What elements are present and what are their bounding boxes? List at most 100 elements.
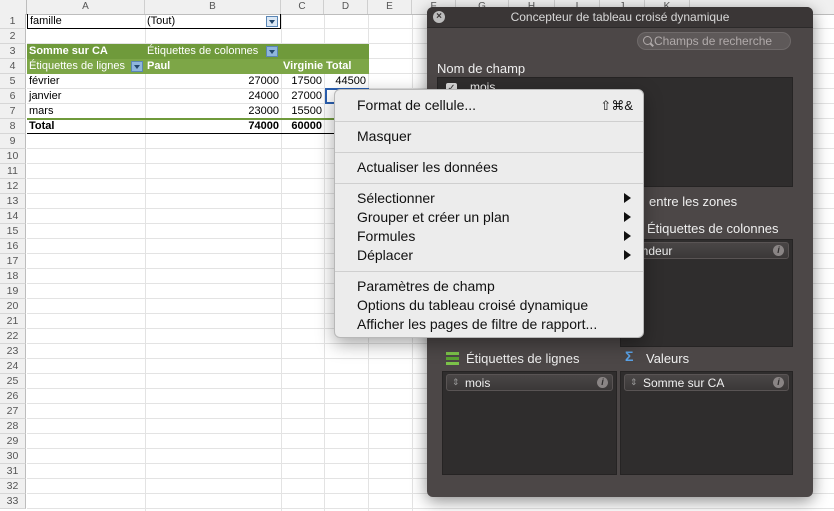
drag-hint-label: entre les zones — [649, 194, 738, 209]
columns-zone[interactable]: vendeur i — [620, 239, 793, 347]
pivot-value-cell[interactable]: 27000 — [281, 89, 324, 104]
values-zone[interactable]: ⇕ Somme sur CA i — [620, 371, 793, 475]
row-header[interactable]: 16 — [0, 239, 26, 254]
rows-zone-icon — [446, 352, 459, 365]
search-placeholder: Champs de recherche — [654, 34, 773, 48]
row-header[interactable]: 33 — [0, 494, 26, 509]
pivot-row-label[interactable]: février — [27, 74, 145, 89]
column-labels-dropdown-icon[interactable] — [266, 46, 278, 57]
menu-item-label: Actualiser les données — [357, 159, 498, 175]
pivot-row-labels-header[interactable]: Étiquettes de lignes — [27, 59, 145, 74]
menu-item-group-outline[interactable]: Grouper et créer un plan — [357, 208, 633, 227]
rows-chip-mois[interactable]: ⇕ mois i — [446, 374, 613, 391]
gridline — [27, 508, 834, 509]
menu-item-select[interactable]: Sélectionner — [357, 189, 633, 208]
rows-zone[interactable]: ⇕ mois i — [442, 371, 617, 475]
chip-label: Somme sur CA — [643, 376, 725, 390]
menu-item-label: Déplacer — [357, 247, 414, 263]
row-header[interactable]: 6 — [0, 89, 26, 104]
row-header[interactable]: 12 — [0, 179, 26, 194]
row-header[interactable]: 9 — [0, 134, 26, 149]
row-header[interactable]: 25 — [0, 374, 26, 389]
filter-dropdown-icon[interactable] — [266, 16, 278, 27]
menu-item-refresh[interactable]: Actualiser les données — [357, 158, 633, 177]
row-header[interactable]: 30 — [0, 449, 26, 464]
row-header[interactable]: 2 — [0, 29, 26, 44]
info-icon[interactable]: i — [773, 245, 784, 256]
rows-zone-label: Étiquettes de lignes — [466, 351, 580, 366]
filter-value[interactable]: (Tout) — [145, 14, 281, 29]
column-header-e[interactable]: E — [368, 0, 412, 14]
grip-icon[interactable]: ⇕ — [630, 378, 638, 387]
filter-label[interactable]: famille — [27, 14, 145, 29]
row-header[interactable]: 21 — [0, 314, 26, 329]
field-name-label: Nom de champ — [437, 61, 526, 76]
pivot-column-labels-header[interactable]: Étiquettes de colonnes — [145, 44, 369, 59]
row-header[interactable]: 22 — [0, 329, 26, 344]
pivot-value-cell[interactable]: 17500 — [281, 74, 324, 89]
row-header[interactable]: 15 — [0, 224, 26, 239]
select-all-corner[interactable] — [0, 0, 27, 14]
row-header[interactable]: 4 — [0, 59, 26, 74]
menu-separator — [335, 271, 643, 272]
row-header[interactable]: 27 — [0, 404, 26, 419]
pivot-total-value[interactable]: 74000 — [145, 119, 281, 134]
row-header[interactable]: 20 — [0, 299, 26, 314]
row-header[interactable]: 17 — [0, 254, 26, 269]
row-header[interactable]: 5 — [0, 74, 26, 89]
menu-item-label: Grouper et créer un plan — [357, 209, 510, 225]
row-header[interactable]: 14 — [0, 209, 26, 224]
row-labels-dropdown-icon[interactable] — [131, 61, 143, 72]
row-header[interactable]: 10 — [0, 149, 26, 164]
pivot-value-header[interactable]: Somme sur CA — [27, 44, 145, 59]
info-icon[interactable]: i — [773, 377, 784, 388]
info-icon[interactable]: i — [597, 377, 608, 388]
column-header-a[interactable]: A — [27, 0, 145, 14]
values-zone-label: Valeurs — [646, 351, 690, 366]
columns-chip-vendeur[interactable]: vendeur i — [624, 242, 789, 259]
row-header[interactable]: 24 — [0, 359, 26, 374]
panel-titlebar[interactable]: × Concepteur de tableau croisé dynamique — [427, 7, 813, 28]
row-header[interactable]: 31 — [0, 464, 26, 479]
pivot-value-cell[interactable]: 23000 — [145, 104, 281, 119]
menu-item-hide[interactable]: Masquer — [357, 127, 633, 146]
pivot-value-cell[interactable]: 15500 — [281, 104, 324, 119]
column-header-c[interactable]: C — [281, 0, 324, 14]
row-header[interactable]: 29 — [0, 434, 26, 449]
menu-item-pivot-options[interactable]: Options du tableau croisé dynamique — [357, 296, 633, 315]
row-header[interactable]: 1 — [0, 14, 26, 29]
menu-item-format-cell[interactable]: Format de cellule... ⇧⌘& — [357, 96, 633, 115]
menu-item-field-settings[interactable]: Paramètres de champ — [357, 277, 633, 296]
pivot-value-cell[interactable]: 44500 — [324, 74, 368, 89]
row-header[interactable]: 23 — [0, 344, 26, 359]
row-header[interactable]: 28 — [0, 419, 26, 434]
pivot-value-cell[interactable]: 24000 — [145, 89, 281, 104]
row-header[interactable]: 3 — [0, 44, 26, 59]
column-header-b[interactable]: B — [145, 0, 281, 14]
columns-zone-label: Étiquettes de colonnes — [647, 221, 779, 236]
row-header[interactable]: 26 — [0, 389, 26, 404]
row-header[interactable]: 7 — [0, 104, 26, 119]
pivot-total-label[interactable]: Total — [27, 119, 145, 134]
menu-separator — [335, 121, 643, 122]
row-header[interactable]: 8 — [0, 119, 26, 134]
column-header-d[interactable]: D — [324, 0, 368, 14]
row-header[interactable]: 32 — [0, 479, 26, 494]
row-header[interactable]: 18 — [0, 269, 26, 284]
search-input[interactable]: Champs de recherche — [637, 32, 791, 50]
menu-item-label: Paramètres de champ — [357, 278, 495, 294]
pivot-row-label[interactable]: janvier — [27, 89, 145, 104]
pivot-row-label[interactable]: mars — [27, 104, 145, 119]
row-header[interactable]: 19 — [0, 284, 26, 299]
values-chip-somme-sur-ca[interactable]: ⇕ Somme sur CA i — [624, 374, 789, 391]
menu-item-move[interactable]: Déplacer — [357, 246, 633, 265]
menu-item-shortcut: ⇧⌘& — [600, 98, 633, 113]
pivot-value-cell[interactable]: 27000 — [145, 74, 281, 89]
row-header[interactable]: 13 — [0, 194, 26, 209]
row-header[interactable]: 11 — [0, 164, 26, 179]
submenu-arrow-icon — [624, 231, 631, 241]
grip-icon[interactable]: ⇕ — [452, 378, 460, 387]
menu-item-show-filter-pages[interactable]: Afficher les pages de filtre de rapport.… — [357, 315, 633, 334]
menu-item-formulas[interactable]: Formules — [357, 227, 633, 246]
pivot-total-value[interactable]: 60000 — [281, 119, 324, 134]
